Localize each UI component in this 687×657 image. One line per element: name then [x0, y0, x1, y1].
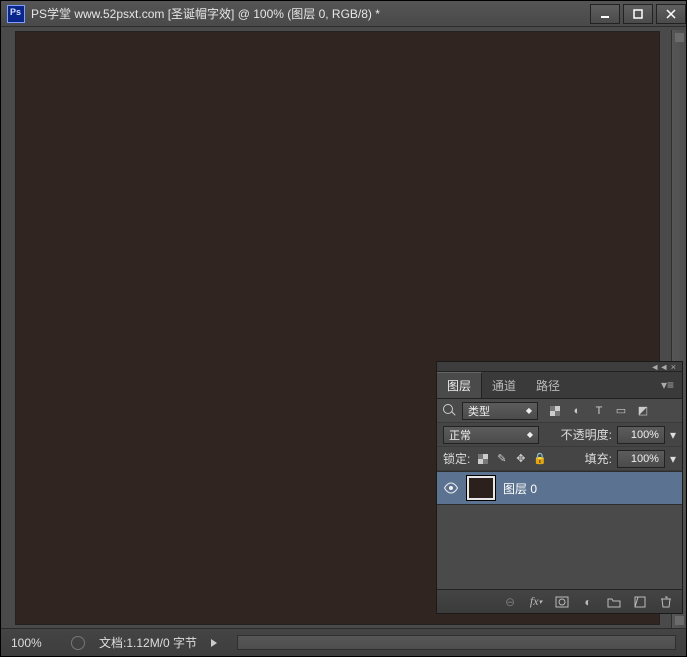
layer-mask-icon[interactable] [554, 594, 570, 610]
tab-paths[interactable]: 路径 [526, 373, 570, 398]
fill-label: 填充: [585, 450, 612, 467]
titlebar: PS学堂 www.52psxt.com [圣诞帽字效] @ 100% (图层 0… [1, 1, 686, 27]
status-info-icon[interactable] [71, 636, 85, 650]
horizontal-scrollbar[interactable] [237, 635, 676, 650]
layer-row[interactable]: 图层 0 [437, 471, 682, 505]
maximize-button[interactable] [623, 4, 653, 24]
adjustment-layer-icon[interactable]: ◐ [580, 594, 596, 610]
layer-effects-icon[interactable]: fx▾ [528, 594, 544, 610]
new-layer-icon[interactable] [632, 594, 648, 610]
visibility-icon[interactable] [443, 480, 459, 496]
filter-adjustment-icon[interactable]: ◐ [569, 403, 585, 419]
lock-label: 锁定: [443, 450, 470, 467]
document-size-info: 文档:1.12M/0 字节 [99, 634, 197, 651]
delete-layer-icon[interactable] [658, 594, 674, 610]
opacity-field[interactable]: 100% [617, 426, 665, 444]
opacity-value: 100% [631, 429, 659, 441]
statusbar: 100% 文档:1.12M/0 字节 [1, 628, 686, 656]
close-button[interactable] [656, 4, 686, 24]
app-window: PS学堂 www.52psxt.com [圣诞帽字效] @ 100% (图层 0… [0, 0, 687, 657]
panel-footer: ⊖ fx▾ ◐ [437, 589, 682, 613]
filter-shape-icon[interactable]: ▭ [613, 403, 629, 419]
search-icon [443, 404, 457, 418]
filter-kind-dropdown[interactable]: 类型 ◆ [462, 402, 538, 420]
lock-pixels-icon[interactable]: ✎ [494, 451, 509, 466]
blend-opacity-row: 正常 ◆ 不透明度: 100% ▾ [437, 423, 682, 447]
lock-all-icon[interactable]: 🔒 [532, 451, 547, 466]
layer-name[interactable]: 图层 0 [503, 480, 537, 497]
group-icon[interactable] [606, 594, 622, 610]
layer-thumbnail[interactable] [467, 476, 495, 500]
panel-tabs: 图层 通道 路径 ▾≡ [437, 372, 682, 399]
zoom-field[interactable]: 100% [11, 636, 57, 650]
fill-field[interactable]: 100% [617, 450, 665, 468]
filter-smart-icon[interactable]: ◩ [635, 403, 651, 419]
panel-collapse-bar[interactable]: ◄◄ × [437, 362, 682, 372]
filter-type-icon[interactable]: T [591, 403, 607, 419]
blend-mode-value: 正常 [449, 427, 471, 443]
panel-menu-icon[interactable]: ▾≡ [653, 374, 682, 396]
opacity-chevron-icon[interactable]: ▾ [670, 428, 676, 442]
opacity-label: 不透明度: [561, 426, 612, 443]
filter-pixel-icon[interactable] [547, 403, 563, 419]
layer-filter-row: 类型 ◆ ◐ T ▭ ◩ [437, 399, 682, 423]
chevron-down-icon: ◆ [527, 430, 533, 439]
blend-mode-dropdown[interactable]: 正常 ◆ [443, 426, 539, 444]
layer-list-empty-area[interactable] [437, 505, 682, 589]
fill-chevron-icon[interactable]: ▾ [670, 452, 676, 466]
app-icon [7, 5, 25, 23]
fill-value: 100% [631, 453, 659, 465]
window-title: PS学堂 www.52psxt.com [圣诞帽字效] @ 100% (图层 0… [31, 5, 380, 22]
lock-position-icon[interactable]: ✥ [513, 451, 528, 466]
chevron-down-icon: ◆ [526, 406, 532, 415]
minimize-button[interactable] [590, 4, 620, 24]
status-menu-arrow-icon[interactable] [211, 639, 217, 647]
lock-transparency-icon[interactable] [475, 451, 490, 466]
tab-channels[interactable]: 通道 [482, 373, 526, 398]
layers-panel: ◄◄ × 图层 通道 路径 ▾≡ 类型 ◆ ◐ T ▭ ◩ 正常 [436, 361, 683, 614]
lock-fill-row: 锁定: ✎ ✥ 🔒 填充: 100% ▾ [437, 447, 682, 471]
layer-list: 图层 0 [437, 471, 682, 589]
link-layers-icon[interactable]: ⊖ [502, 594, 518, 610]
filter-kind-label: 类型 [468, 403, 490, 419]
tab-layers[interactable]: 图层 [437, 372, 482, 398]
